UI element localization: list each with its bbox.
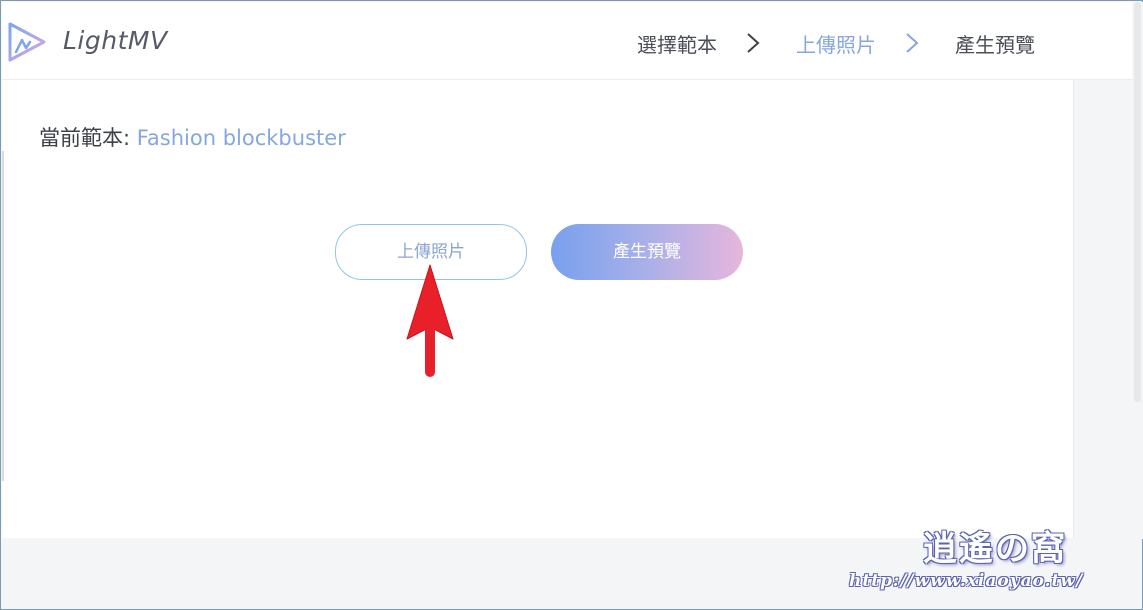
step-generate-preview[interactable]: 產生預覽 <box>955 29 1035 58</box>
watermark-url: http://www.xiaoyao.tw/ <box>849 571 1084 591</box>
site-watermark: 逍遙の窩 http://www.xiaoyao.tw/ <box>847 519 1137 607</box>
watermark-title: 逍遙の窩 <box>923 529 1067 569</box>
chevron-right-icon <box>747 33 760 53</box>
current-template-label: 當前範本: <box>39 126 137 150</box>
left-edge-shadow <box>2 151 4 481</box>
app-window: LightMV 選擇範本 上傳照片 產生預覽 當前範本: Fashion blo… <box>0 0 1143 610</box>
step-breadcrumb: 選擇範本 上傳照片 產生預覽 <box>2 2 1132 79</box>
generate-preview-button[interactable]: 產生預覽 <box>551 224 743 280</box>
step-upload-photos[interactable]: 上傳照片 <box>796 29 876 58</box>
vertical-scrollbar[interactable] <box>1132 2 1143 539</box>
scrollbar-thumb[interactable] <box>1134 2 1141 402</box>
current-template: 當前範本: Fashion blockbuster <box>39 122 346 152</box>
panel-divider <box>1073 80 1074 538</box>
step-select-template[interactable]: 選擇範本 <box>637 29 717 58</box>
chevron-right-icon <box>906 33 919 53</box>
current-template-name[interactable]: Fashion blockbuster <box>137 126 346 150</box>
top-bar: LightMV 選擇範本 上傳照片 產生預覽 <box>2 2 1132 80</box>
arrow-up-icon <box>406 264 454 377</box>
